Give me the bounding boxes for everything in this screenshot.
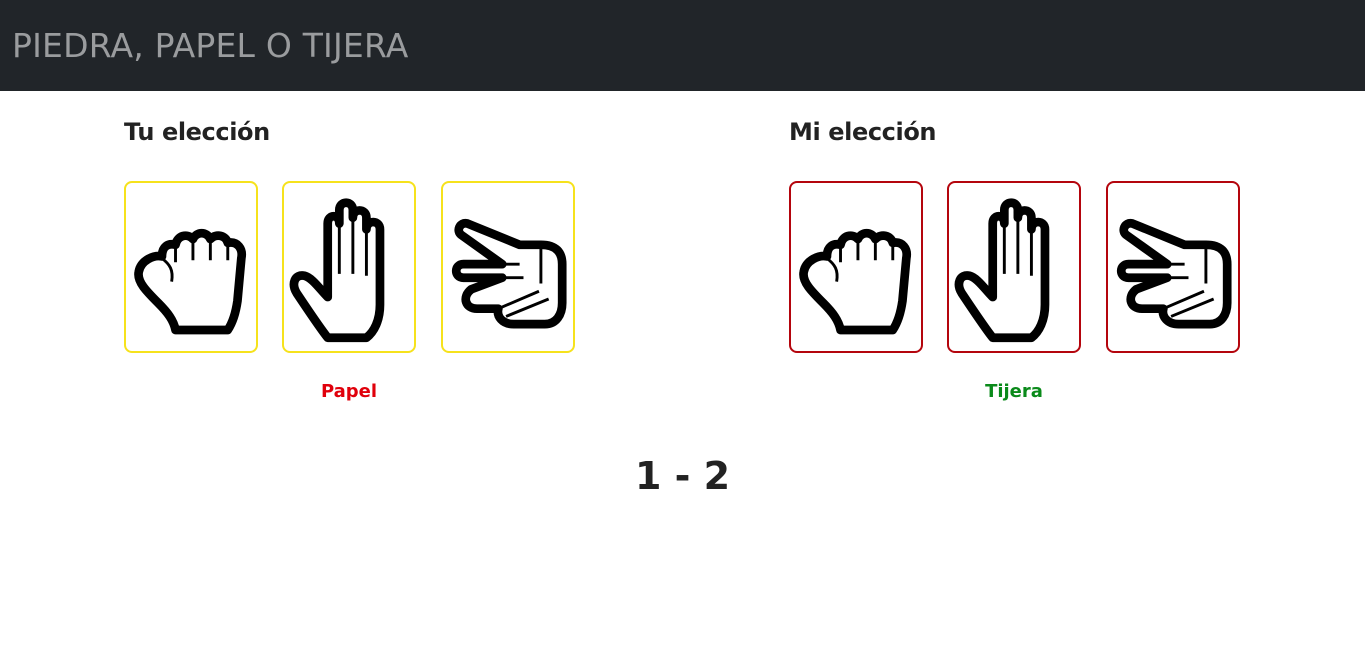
cpu-selected-choice: Tijera: [985, 381, 1043, 402]
player-scissors-button[interactable]: [441, 181, 575, 353]
paper-hand-icon: [954, 195, 1074, 343]
paper-hand-icon: [289, 195, 409, 343]
cpu-paper-card: [947, 181, 1081, 353]
navbar: PIEDRA, PAPEL O TIJERA: [0, 0, 1365, 91]
cpu-rock-card: [789, 181, 923, 353]
player-paper-button[interactable]: [282, 181, 416, 353]
rock-hand-icon: [131, 195, 251, 343]
score-display: 1 - 2: [634, 454, 731, 498]
player-selected-choice: Papel: [320, 381, 378, 402]
cpu-scissors-card: [1106, 181, 1240, 353]
rock-hand-icon: [796, 195, 916, 343]
scissors-hand-icon: [448, 195, 568, 343]
app-title[interactable]: PIEDRA, PAPEL O TIJERA: [12, 24, 409, 68]
cpu-choice-heading: Mi elección: [789, 118, 937, 146]
player-choice-heading: Tu elección: [124, 118, 270, 146]
scissors-hand-icon: [1113, 195, 1233, 343]
player-rock-button[interactable]: [124, 181, 258, 353]
